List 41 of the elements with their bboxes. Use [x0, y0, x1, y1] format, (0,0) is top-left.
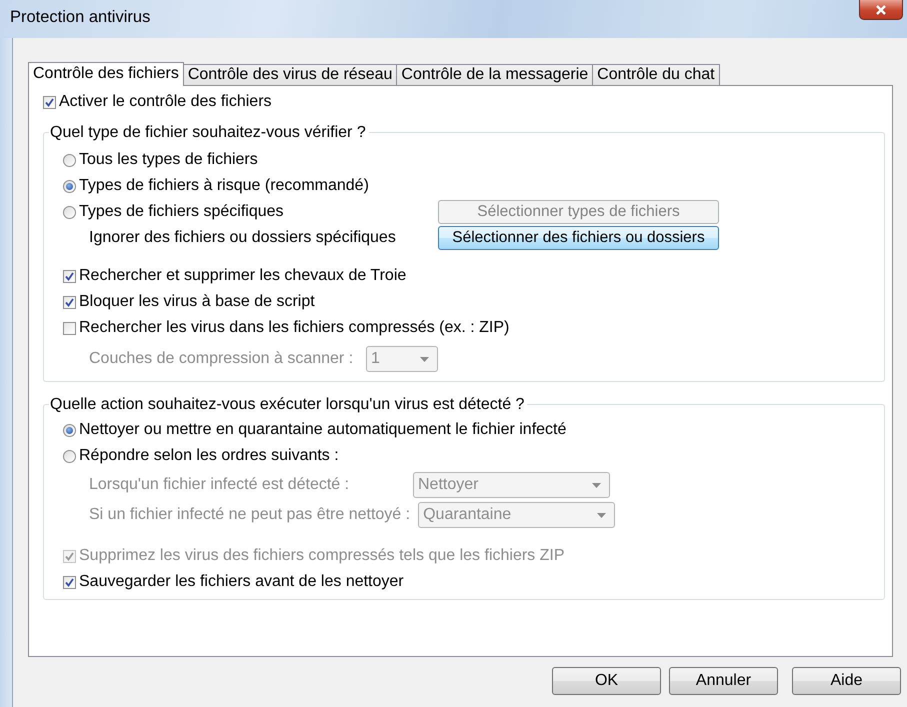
caret-icon	[420, 356, 429, 362]
dialog-button[interactable]: Aide	[792, 667, 901, 695]
checkbox-label: Sauvegarder les fichiers avant de les nettoyer	[79, 573, 404, 591]
dialog-button[interactable]: Annuler	[669, 667, 778, 695]
caret-icon	[592, 482, 601, 488]
checkbox-label: Rechercher et supprimer les chevaux de Troie	[79, 267, 406, 285]
checkbox[interactable]	[63, 576, 76, 588]
checkbox[interactable]	[63, 270, 76, 282]
window-title: Protection antivirus	[10, 8, 150, 27]
radio-button[interactable]	[63, 154, 76, 166]
radio-button[interactable]	[63, 206, 76, 218]
checkbox-label: Bloquer les virus à base de script	[79, 293, 315, 311]
dropdown-label: Couches de compression à scanner :	[89, 350, 354, 368]
select-button[interactable]: Sélectionner des fichiers ou dossiers	[438, 226, 719, 250]
group-title: Quelle action souhaitez-vous exécuter lorsqu'un virus est détecté ?	[49, 396, 528, 414]
dialog-button[interactable]: OK	[552, 667, 661, 695]
checkbox-label: Activer le contrôle des fichiers	[59, 93, 272, 111]
group-title: Quel type de fichier souhaitez-vous vérifier ?	[49, 124, 369, 142]
dropdown-label: Si un fichier infecté ne peut pas être nettoyé :	[89, 506, 410, 524]
radio-button[interactable]	[63, 180, 76, 192]
checkbox-label: Supprimez les virus des fichiers compressés tels que les fichiers ZIP	[79, 547, 565, 565]
radio-label: Types de fichiers à risque (recommandé)	[79, 177, 369, 195]
close-button[interactable]	[859, 0, 903, 20]
checkbox[interactable]	[63, 322, 76, 334]
tab[interactable]: Contrôle du chat	[592, 64, 720, 85]
close-icon	[874, 4, 888, 16]
tab[interactable]: Contrôle de la messagerie	[396, 64, 594, 85]
radio-button[interactable]	[63, 450, 76, 462]
radio-label: Types de fichiers spécifiques	[79, 203, 284, 221]
tab[interactable]: Contrôle des fichiers	[28, 62, 184, 86]
checkbox[interactable]	[63, 296, 76, 308]
radio-label: Nettoyer ou mettre en quarantaine automatiquement le fichier infecté	[79, 421, 566, 439]
tab[interactable]: Contrôle des virus de réseau	[182, 64, 398, 85]
checkbox[interactable]	[43, 96, 56, 108]
radio-button[interactable]	[63, 424, 76, 436]
checkbox-label: Rechercher les virus dans les fichiers compressés (ex. : ZIP)	[79, 319, 510, 337]
dropdown-label: Lorsqu'un fichier infecté est détecté :	[89, 476, 350, 494]
caret-icon	[597, 512, 606, 518]
radio-label: Répondre selon les ordres suivants :	[79, 447, 339, 465]
option-label: Ignorer des fichiers ou dossiers spécifiques	[89, 229, 396, 247]
radio-label: Tous les types de fichiers	[79, 151, 258, 169]
